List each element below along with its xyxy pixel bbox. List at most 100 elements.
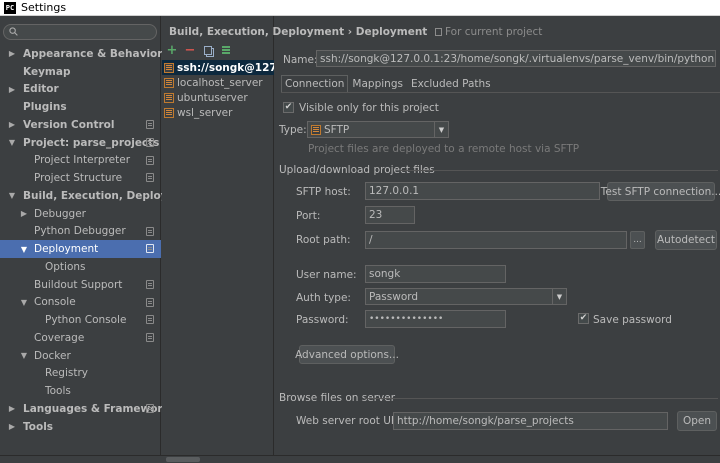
- copy-server-button[interactable]: [202, 44, 214, 56]
- server-name: wsl_server: [177, 106, 233, 119]
- user-name-label: User name:: [296, 269, 357, 281]
- server-name: ssh://songk@127.0.0.1:23: [177, 61, 274, 74]
- sidebar-item[interactable]: Buildout Support: [0, 276, 161, 294]
- chevron-down-icon[interactable]: ▼: [20, 351, 28, 360]
- chevron-right-icon[interactable]: ▶: [8, 49, 16, 58]
- server-list-item[interactable]: wsl_server: [162, 105, 274, 120]
- chevron-down-icon[interactable]: ▼: [8, 191, 16, 200]
- settings-search-input[interactable]: [21, 26, 151, 38]
- sidebar-item[interactable]: Project Interpreter: [0, 152, 161, 170]
- chevron-down-icon[interactable]: ▼: [20, 298, 28, 307]
- project-scope-icon: [146, 297, 154, 307]
- tab-mappings[interactable]: Mappings: [348, 75, 407, 93]
- browse-root-path-button[interactable]: ...: [630, 231, 645, 249]
- advanced-options-button[interactable]: Advanced options...: [295, 345, 399, 364]
- sidebar-item[interactable]: Options: [0, 258, 161, 276]
- password-label: Password:: [296, 314, 349, 326]
- deployment-config-form: Name: ssh://songk@127.0.0.1:23/home/song…: [275, 44, 720, 455]
- server-toolbar: + −: [166, 44, 232, 57]
- visible-only-checkbox[interactable]: ✔: [283, 102, 294, 113]
- chevron-right-icon[interactable]: ▶: [8, 120, 16, 129]
- sftp-host-label: SFTP host:: [296, 186, 351, 198]
- sidebar-item[interactable]: Python Debugger: [0, 223, 161, 241]
- server-name: ubuntuserver: [177, 91, 248, 104]
- server-list: ssh://songk@127.0.0.1:23 localhost_server…: [162, 60, 274, 120]
- server-name-field[interactable]: ssh://songk@127.0.0.1:23/home/songk/.vir…: [316, 50, 716, 67]
- root-path-field[interactable]: /: [365, 231, 627, 249]
- dialog-bottom-bar: [0, 455, 720, 463]
- sidebar-item[interactable]: Python Console: [0, 311, 161, 329]
- chevron-right-icon[interactable]: ▶: [8, 404, 16, 413]
- tab-excluded-paths[interactable]: Excluded Paths: [407, 75, 495, 93]
- chevron-down-icon[interactable]: ▼: [20, 245, 28, 254]
- pycharm-app-icon: PC: [4, 1, 16, 14]
- chevron-right-icon[interactable]: ▶: [8, 85, 16, 94]
- project-scope-icon: [146, 120, 154, 129]
- scope-hint: For current project: [434, 26, 542, 38]
- default-server-icon: [222, 45, 230, 55]
- sidebar-item[interactable]: ▼ Build, Execution, Deployment: [0, 187, 198, 205]
- auth-type-label: Auth type:: [296, 292, 351, 304]
- sidebar-item[interactable]: ▶ Tools: [0, 418, 161, 436]
- project-scope-icon: [146, 404, 154, 413]
- server-list-item[interactable]: localhost_server: [162, 75, 274, 90]
- sidebar-item[interactable]: Coverage: [0, 329, 161, 347]
- sidebar-item-label: Editor: [23, 83, 59, 96]
- sidebar-item[interactable]: Registry: [0, 365, 161, 383]
- sidebar-item-label: Keymap: [23, 65, 71, 78]
- sidebar-item-label: Project Interpreter: [34, 154, 131, 167]
- breadcrumb-text: Build, Execution, Deployment › Deploymen…: [169, 26, 428, 38]
- sidebar-item[interactable]: Keymap: [0, 63, 161, 81]
- server-list-item[interactable]: ubuntuserver: [162, 90, 274, 105]
- settings-search-box[interactable]: [3, 24, 157, 40]
- sidebar-item[interactable]: ▼ Console: [0, 294, 161, 312]
- type-label: Type:: [279, 124, 307, 136]
- use-as-default-button[interactable]: [220, 44, 232, 56]
- sidebar-item[interactable]: ▶ Appearance & Behavior: [0, 45, 163, 63]
- port-label: Port:: [296, 210, 321, 222]
- web-server-root-url-field[interactable]: http://home/songk/parse_projects: [393, 412, 668, 430]
- horizontal-scrollbar[interactable]: [166, 457, 200, 462]
- autodetect-button[interactable]: Autodetect: [655, 230, 717, 250]
- config-tabs: Connection Mappings Excluded Paths: [281, 75, 495, 93]
- sidebar-item[interactable]: ▶ Editor: [0, 81, 161, 99]
- sidebar-item[interactable]: ▶ Languages & Frameworks: [0, 400, 176, 418]
- sidebar-item[interactable]: ▼ Docker: [0, 347, 161, 365]
- auth-type-select[interactable]: Password ▼: [365, 288, 567, 305]
- sidebar-item-label: Plugins: [23, 101, 67, 114]
- open-url-button[interactable]: Open: [677, 411, 717, 431]
- sidebar-item[interactable]: Project Structure: [0, 169, 161, 187]
- password-field[interactable]: ••••••••••••••: [365, 310, 506, 328]
- server-list-item[interactable]: ssh://songk@127.0.0.1:23: [162, 60, 274, 75]
- project-scope-icon: [146, 173, 154, 183]
- tab-connection[interactable]: Connection: [281, 75, 349, 93]
- chevron-down-icon[interactable]: ▼: [552, 289, 566, 304]
- root-path-label: Root path:: [296, 234, 351, 246]
- checkmark-icon: ✔: [579, 313, 588, 323]
- sftp-server-icon: [164, 62, 174, 73]
- chevron-down-icon[interactable]: ▼: [8, 138, 16, 147]
- window-title-bar: PC Settings: [0, 0, 720, 16]
- sidebar-item[interactable]: ▼ Deployment: [0, 240, 161, 258]
- sidebar-item[interactable]: ▼ Project: parse_projects: [0, 134, 161, 152]
- sidebar-item-label: Appearance & Behavior: [23, 47, 163, 60]
- sidebar-item[interactable]: Plugins: [0, 98, 161, 116]
- sidebar-item[interactable]: ▶ Version Control: [0, 116, 161, 134]
- page-breadcrumb: Build, Execution, Deployment › Deploymen…: [169, 26, 542, 38]
- sidebar-item-label: Python Debugger: [34, 225, 126, 238]
- chevron-right-icon[interactable]: ▶: [8, 422, 16, 431]
- test-sftp-connection-button[interactable]: Test SFTP connection...: [601, 182, 720, 201]
- save-password-checkbox[interactable]: ✔: [578, 313, 589, 324]
- type-select[interactable]: SFTP ▼: [307, 121, 449, 138]
- sidebar-item[interactable]: Tools: [0, 382, 161, 400]
- port-field[interactable]: 23: [365, 206, 415, 224]
- sidebar-item[interactable]: ▶ Debugger: [0, 205, 161, 223]
- chevron-right-icon[interactable]: ▶: [20, 209, 28, 218]
- add-server-button[interactable]: +: [166, 44, 178, 57]
- chevron-down-icon[interactable]: ▼: [434, 122, 448, 137]
- user-name-field[interactable]: songk: [365, 265, 506, 283]
- remove-server-button[interactable]: −: [184, 44, 196, 57]
- sidebar-item-label: Project Structure: [34, 172, 123, 185]
- sftp-host-field[interactable]: 127.0.0.1: [365, 182, 600, 200]
- sidebar-item-label: Coverage: [34, 331, 85, 344]
